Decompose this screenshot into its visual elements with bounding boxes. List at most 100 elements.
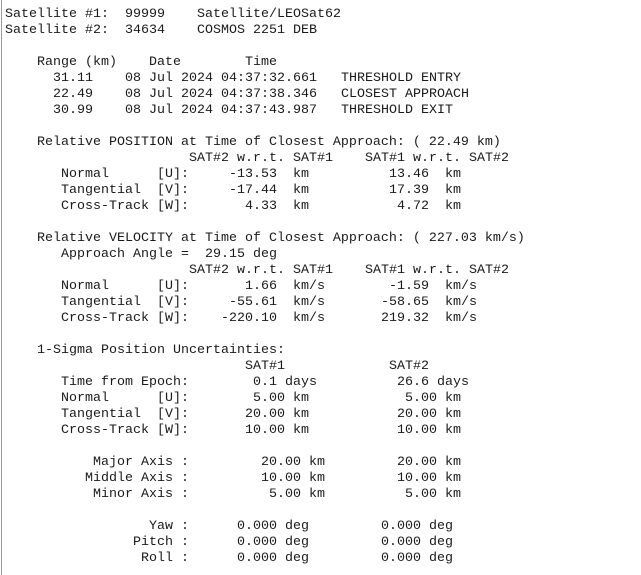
component-axis: [V]: [157, 407, 189, 422]
satellite-1-label: Satellite #1: [5, 7, 109, 22]
event-datetime: 08 Jul 2024 04:37:43.987 [125, 103, 317, 118]
event-type: CLOSEST APPROACH [341, 87, 469, 102]
unit: km [293, 199, 309, 214]
uncertainty-value-sat2: 20.00 [397, 407, 437, 422]
ellipsoid-axis-row: Middle Axis : 10.00 km 10.00 km [5, 471, 461, 487]
blank-row [5, 39, 53, 55]
approach-angle-row: Approach Angle = 29.15 deg [5, 247, 277, 263]
unit: km/s [293, 279, 325, 294]
unit: km [293, 183, 309, 198]
velocity-value-sat2: 1.66 [245, 279, 277, 294]
orientation-row: Roll : 0.000 deg 0.000 deg [5, 551, 453, 567]
velocity-value-sat2: -220.10 [221, 311, 277, 326]
unit: km [445, 183, 461, 198]
ellipsoid-value-sat1: 20.00 km [261, 455, 325, 470]
epoch-value-sat1: 0.1 days [253, 375, 317, 390]
velocity-value-sat1: 219.32 [381, 311, 429, 326]
ellipsoid-value-sat2: 20.00 km [397, 455, 461, 470]
event-range: 30.99 [53, 103, 93, 118]
component-axis: [V]: [157, 183, 189, 198]
component-label: Cross-Track [61, 199, 149, 214]
uncertainty-row: Tangential [V]: 20.00 km 20.00 km [5, 407, 461, 423]
unit: km [445, 391, 461, 406]
uncertainty-value-sat1: 20.00 [245, 407, 285, 422]
ellipsoid-value-sat2: 5.00 km [405, 487, 461, 502]
velocity-row: Cross-Track [W]: -220.10 km/s 219.32 km/… [5, 311, 477, 327]
blank-row [5, 119, 53, 135]
velocity-row: Normal [U]: 1.66 km/s -1.59 km/s [5, 279, 477, 295]
event-datetime: 08 Jul 2024 04:37:32.661 [125, 71, 317, 86]
satellite-2-id: 34634 [125, 23, 165, 38]
event-row: 31.11 08 Jul 2024 04:37:32.661 THRESHOLD… [5, 71, 461, 87]
ellipsoid-axis-label: Major Axis : [93, 455, 189, 470]
unit: km/s [445, 279, 477, 294]
unit: km/s [293, 311, 325, 326]
satellite-2-label: Satellite #2: [5, 23, 109, 38]
satellite-1-row: Satellite #1: 99999 Satellite/LEOSat62 [5, 7, 341, 23]
ellipsoid-axis-label: Minor Axis : [93, 487, 189, 502]
epoch-row: Time from Epoch: 0.1 days 26.6 days [5, 375, 469, 391]
position-value-sat2: -17.44 [229, 183, 277, 198]
uncertainty-value-sat2: 5.00 [405, 391, 437, 406]
ellipsoid-value-sat1: 5.00 km [269, 487, 325, 502]
velocity-title: Relative VELOCITY at Time of Closest App… [37, 231, 525, 246]
component-label: Normal [61, 167, 109, 182]
ellipsoid-axis-row: Major Axis : 20.00 km 20.00 km [5, 455, 461, 471]
position-value-sat1: 17.39 [389, 183, 429, 198]
orientation-value-sat1: 0.000 deg [237, 551, 309, 566]
event-type: THRESHOLD EXIT [341, 103, 453, 118]
satellite-1-id: 99999 [125, 7, 165, 22]
orientation-row: Yaw : 0.000 deg 0.000 deg [5, 519, 453, 535]
component-label: Cross-Track [61, 311, 149, 326]
component-label: Tangential [61, 407, 141, 422]
position-row: Cross-Track [W]: 4.33 km 4.72 km [5, 199, 461, 215]
position-col1-header: SAT#2 w.r.t. SAT#1 [189, 151, 333, 166]
velocity-col2-header: SAT#1 w.r.t. SAT#2 [365, 263, 509, 278]
approach-angle-value: 29.15 deg [205, 247, 277, 262]
blank-row [5, 327, 53, 343]
position-row: Tangential [V]: -17.44 km 17.39 km [5, 183, 461, 199]
ellipsoid-value-sat2: 10.00 km [397, 471, 461, 486]
velocity-value-sat2: -55.61 [229, 295, 277, 310]
uncertainty-col1-header: SAT#1 [245, 359, 285, 374]
unit: km [445, 167, 461, 182]
position-title-row: Relative POSITION at Time of Closest App… [5, 135, 501, 151]
uncertainty-value-sat1: 10.00 [245, 423, 285, 438]
unit: km [293, 391, 309, 406]
orientation-label: Roll : [141, 551, 189, 566]
epoch-label: Time from Epoch: [61, 375, 189, 390]
unit: km [293, 407, 309, 422]
orientation-label: Pitch : [133, 535, 189, 550]
position-value-sat2: 4.33 [245, 199, 277, 214]
ellipsoid-axis-label: Middle Axis : [85, 471, 189, 486]
component-axis: [W]: [157, 311, 189, 326]
unit: km [445, 199, 461, 214]
banner-row: ****************************************… [5, 0, 461, 7]
unit: km [445, 407, 461, 422]
close-approach-report: ****************************************… [0, 0, 641, 575]
position-title: Relative POSITION at Time of Closest App… [37, 135, 501, 150]
event-datetime: 08 Jul 2024 04:37:38.346 [125, 87, 317, 102]
events-header-row: Range (km) Date Time [5, 55, 277, 71]
position-col-headers: SAT#2 w.r.t. SAT#1 SAT#1 w.r.t. SAT#2 [5, 151, 509, 167]
range-header: Range (km) [37, 55, 117, 70]
uncertainty-row: Cross-Track [W]: 10.00 km 10.00 km [5, 423, 461, 439]
ellipsoid-axis-row: Minor Axis : 5.00 km 5.00 km [5, 487, 461, 503]
component-label: Normal [61, 391, 109, 406]
event-range: 31.11 [53, 71, 93, 86]
event-type: THRESHOLD ENTRY [341, 71, 461, 86]
component-axis: [W]: [157, 423, 189, 438]
unit: km/s [445, 311, 477, 326]
blank-row [5, 215, 53, 231]
uncertainty-col2-header: SAT#2 [389, 359, 429, 374]
unit: km/s [445, 295, 477, 310]
component-axis: [W]: [157, 199, 189, 214]
event-range: 22.49 [53, 87, 93, 102]
velocity-col1-header: SAT#2 w.r.t. SAT#1 [189, 263, 333, 278]
uncertainty-row: Normal [U]: 5.00 km 5.00 km [5, 391, 461, 407]
orientation-label: Yaw : [149, 519, 189, 534]
position-row: Normal [U]: -13.53 km 13.46 km [5, 167, 461, 183]
velocity-value-sat1: -58.65 [381, 295, 429, 310]
satellite-1-name: Satellite/LEOSat62 [197, 7, 341, 22]
position-col2-header: SAT#1 w.r.t. SAT#2 [365, 151, 509, 166]
